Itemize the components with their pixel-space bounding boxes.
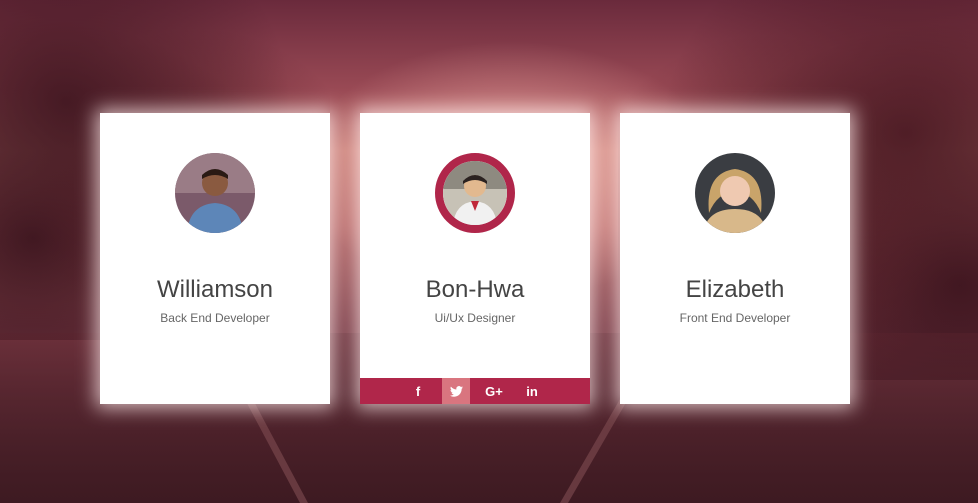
member-name: Williamson xyxy=(156,276,273,303)
google-plus-button[interactable]: G+ xyxy=(480,378,508,404)
member-name: Elizabeth xyxy=(685,276,785,303)
social-bar: f G+ in xyxy=(360,378,590,404)
team-card-bon-hwa[interactable]: Bon-Hwa Ui/Ux Designer f G+ in xyxy=(360,113,590,404)
member-name: Bon-Hwa xyxy=(425,276,525,303)
avatar-photo-icon xyxy=(695,153,775,233)
linkedin-icon: in xyxy=(526,383,538,399)
avatar-photo-icon xyxy=(175,153,255,233)
facebook-icon: f xyxy=(415,383,421,399)
member-role: Front End Developer xyxy=(679,311,791,325)
google-plus-icon: G+ xyxy=(485,383,503,399)
team-card-elizabeth[interactable]: Elizabeth Front End Developer xyxy=(620,113,850,404)
avatar xyxy=(175,153,255,233)
twitter-button[interactable] xyxy=(442,378,470,404)
avatar xyxy=(435,153,515,233)
facebook-button[interactable]: f xyxy=(404,378,432,404)
team-card-williamson[interactable]: Williamson Back End Developer xyxy=(100,113,330,404)
member-role: Ui/Ux Designer xyxy=(434,311,516,325)
avatar-photo-icon xyxy=(443,161,507,225)
avatar xyxy=(695,153,775,233)
member-role: Back End Developer xyxy=(160,311,270,325)
twitter-icon xyxy=(449,385,463,397)
linkedin-button[interactable]: in xyxy=(518,378,546,404)
